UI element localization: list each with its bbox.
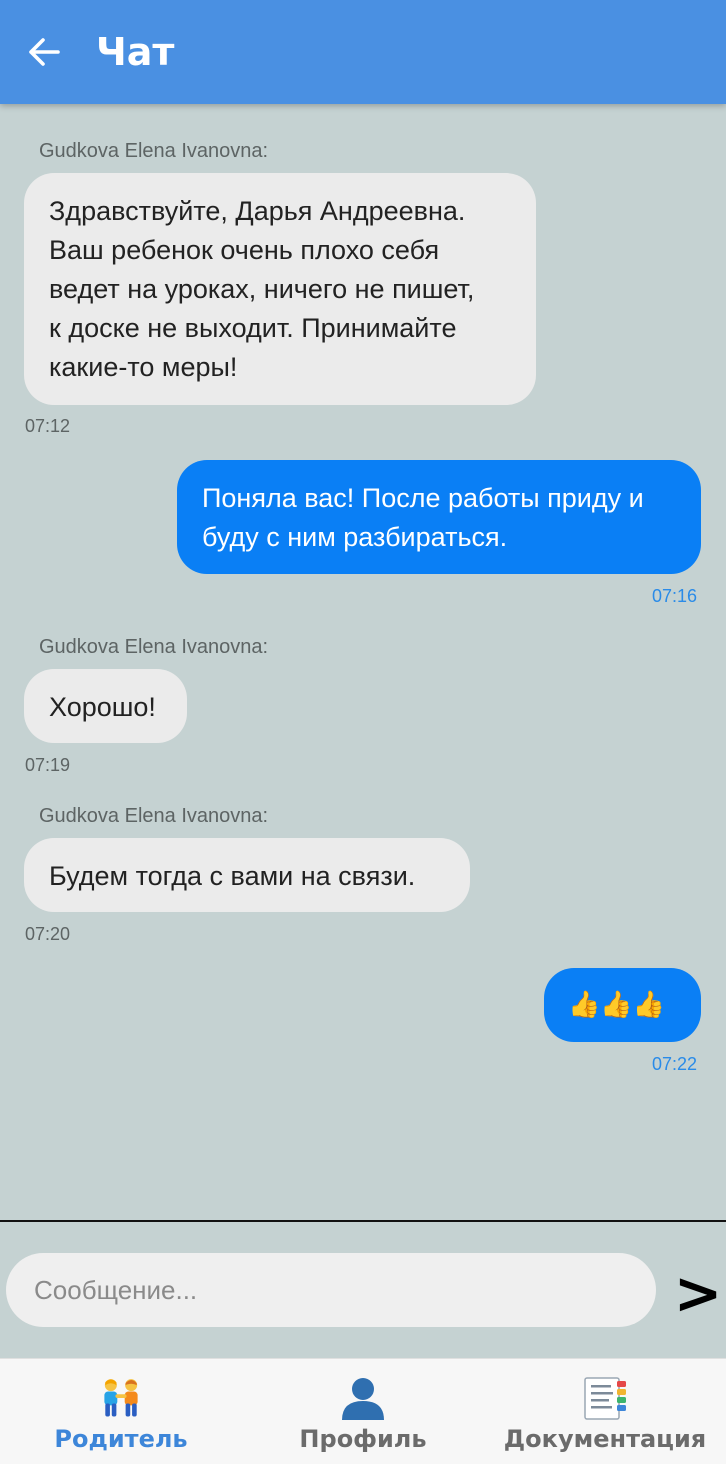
message-time: 07:19 (25, 755, 71, 775)
message-sender: Gudkova Elena Ivanovna: (39, 636, 269, 658)
message-input[interactable] (6, 1253, 656, 1327)
nav-item-documentation[interactable]: Документация (484, 1359, 726, 1464)
message-text-line: Хорошо! (49, 692, 156, 722)
message-time: 07:16 (652, 586, 698, 606)
back-button[interactable] (12, 20, 76, 84)
composer: > (0, 1222, 726, 1358)
message-text-line: Ваш ребенок очень плохо себя (49, 235, 440, 265)
message-time: 07:20 (25, 924, 71, 944)
documents-icon (581, 1375, 629, 1421)
nav-label: Профиль (299, 1425, 427, 1453)
message-bubble[interactable]: Хорошо! (24, 669, 187, 743)
parents-icon (97, 1375, 145, 1421)
message-text-line: Здравствуйте, Дарья Андреевна. (49, 196, 466, 226)
message-bubble[interactable]: 👍👍👍 (544, 968, 701, 1042)
bottom-navigation: Родитель Профиль Документация (0, 1358, 726, 1464)
message-bubble[interactable]: Будем тогда с вами на связи. (24, 838, 470, 912)
message-sender: Gudkova Elena Ivanovna: (39, 805, 269, 827)
message-text-line: Поняла вас! После работы приду и (202, 483, 644, 513)
nav-item-profile[interactable]: Профиль (242, 1359, 484, 1464)
message-text-line: ведет на уроках, ничего не пишет, (49, 274, 475, 304)
page-title: Чат (96, 30, 175, 74)
nav-label: Документация (503, 1425, 707, 1453)
message-time: 07:12 (25, 416, 71, 436)
message-text-line: 👍👍👍 (568, 989, 666, 1019)
nav-item-parent[interactable]: Родитель (0, 1359, 242, 1464)
arrow-left-icon (29, 38, 60, 66)
message-time: 07:22 (652, 1054, 698, 1074)
message-text-line: к доске не выходит. Принимайте (49, 313, 457, 343)
message-sender: Gudkova Elena Ivanovna: (39, 140, 269, 162)
message-bubble[interactable]: Поняла вас! После работы приду и буду с … (177, 460, 701, 574)
chat-messages[interactable]: Gudkova Elena Ivanovna: Здравствуйте, Да… (0, 104, 726, 1220)
message-text-line: какие-то меры! (49, 352, 238, 382)
send-button[interactable]: > (670, 1259, 726, 1327)
message-text-line: буду с ним разбираться. (202, 522, 508, 552)
app-bar: Чат (0, 0, 726, 104)
message-bubble[interactable]: Здравствуйте, Дарья Андреевна. Ваш ребен… (24, 173, 536, 405)
message-text-line: Будем тогда с вами на связи. (49, 861, 416, 891)
profile-icon (339, 1375, 387, 1421)
nav-label: Родитель (54, 1425, 188, 1453)
